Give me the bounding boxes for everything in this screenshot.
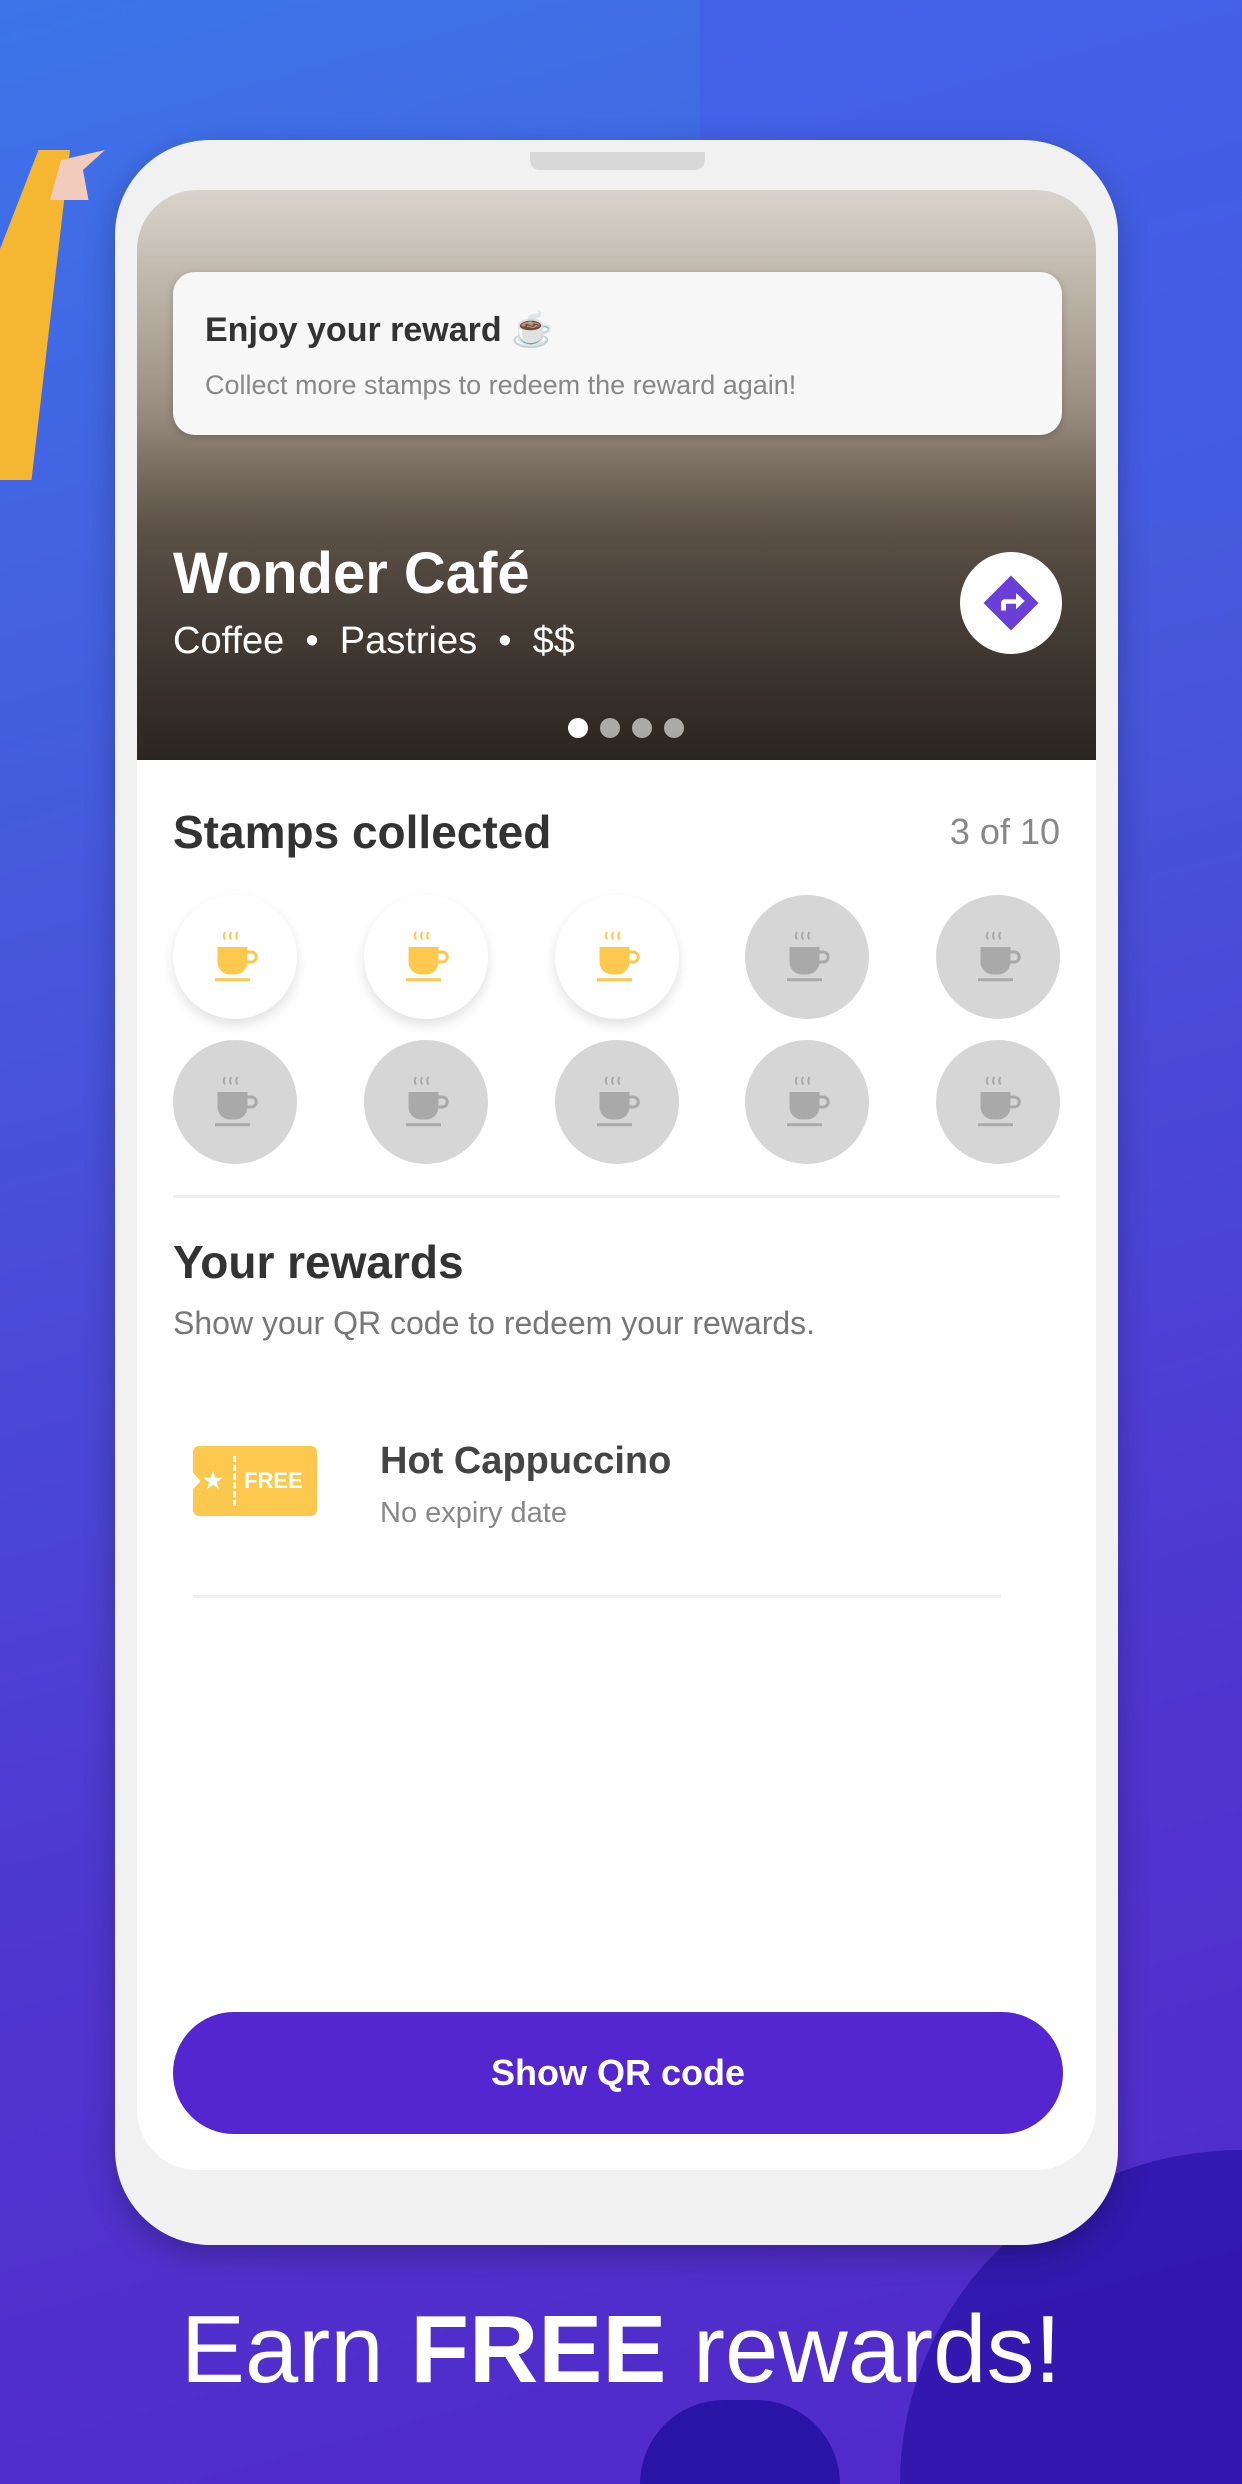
stamp-empty bbox=[936, 1040, 1060, 1164]
cafe-name: Wonder Café bbox=[173, 541, 530, 606]
divider bbox=[173, 1195, 1060, 1198]
coffee-cup-icon bbox=[978, 931, 1021, 982]
coffee-cup-icon bbox=[596, 1076, 640, 1127]
reward-name: Hot Cappuccino bbox=[380, 1440, 672, 1482]
stamp-collected bbox=[173, 895, 297, 1019]
ticket-badge: FREE bbox=[244, 1468, 303, 1493]
divider bbox=[193, 1595, 1001, 1598]
notification-title: Enjoy your reward ☕ bbox=[205, 311, 554, 349]
carousel-dot[interactable] bbox=[568, 718, 588, 738]
stamp-grid bbox=[173, 895, 1060, 1164]
carousel-dot[interactable] bbox=[664, 718, 684, 738]
notification-message: Collect more stamps to redeem the reward… bbox=[205, 370, 797, 400]
carousel-dot[interactable] bbox=[632, 718, 652, 738]
tagline-text: rewards! bbox=[666, 2296, 1062, 2403]
coffee-cup-icon bbox=[215, 1076, 258, 1127]
coffee-cup-icon bbox=[978, 1076, 1021, 1127]
tagline-text: Earn bbox=[180, 2296, 411, 2403]
stamp-empty bbox=[554, 1040, 679, 1164]
star-icon: ★ bbox=[203, 1468, 223, 1493]
stamp-collected bbox=[554, 895, 679, 1019]
carousel-dots bbox=[568, 718, 684, 738]
reward-notification[interactable]: Enjoy your reward ☕ Collect more stamps … bbox=[173, 272, 1062, 435]
stamp-empty bbox=[745, 895, 870, 1019]
stamps-title: Stamps collected bbox=[173, 806, 552, 858]
coffee-cup-icon bbox=[405, 931, 449, 982]
carousel-dot[interactable] bbox=[600, 718, 620, 738]
stamps-count: 3 of 10 bbox=[949, 811, 1060, 852]
phone-speaker bbox=[530, 152, 705, 170]
directions-icon bbox=[983, 575, 1039, 631]
tagline-bold: FREE bbox=[410, 2296, 667, 2403]
coffee-cup-icon bbox=[405, 1076, 449, 1127]
stamp-empty bbox=[363, 1040, 488, 1164]
coffee-cup-icon bbox=[787, 931, 830, 982]
stamp-empty bbox=[936, 895, 1060, 1019]
ticket-perforation bbox=[233, 1456, 236, 1506]
app-screen: Enjoy your reward ☕ Collect more stamps … bbox=[137, 190, 1096, 2170]
reward-item[interactable]: ★ FREE Hot Cappuccino No expiry date bbox=[193, 1440, 993, 1570]
coffee-cup-icon bbox=[787, 1076, 830, 1127]
directions-button[interactable] bbox=[960, 552, 1062, 654]
cafe-tags: Coffee • Pastries • $$ bbox=[173, 620, 575, 662]
free-ticket-icon: ★ FREE bbox=[193, 1446, 317, 1516]
show-qr-code-button[interactable]: Show QR code bbox=[173, 2012, 1063, 2134]
stamp-empty bbox=[745, 1040, 870, 1164]
background-shape bbox=[640, 2400, 840, 2484]
stamps-header: Stamps collected 3 of 10 bbox=[173, 805, 1060, 859]
rewards-title: Your rewards bbox=[173, 1236, 464, 1288]
promo-tagline: Earn FREE rewards! bbox=[0, 2295, 1242, 2405]
reward-expiry: No expiry date bbox=[380, 1497, 567, 1529]
stamp-collected bbox=[363, 895, 488, 1019]
coffee-cup-icon bbox=[596, 931, 640, 982]
coffee-cup-icon bbox=[215, 931, 258, 982]
rewards-subtitle: Show your QR code to redeem your rewards… bbox=[173, 1305, 816, 1341]
stamp-empty bbox=[173, 1040, 297, 1164]
